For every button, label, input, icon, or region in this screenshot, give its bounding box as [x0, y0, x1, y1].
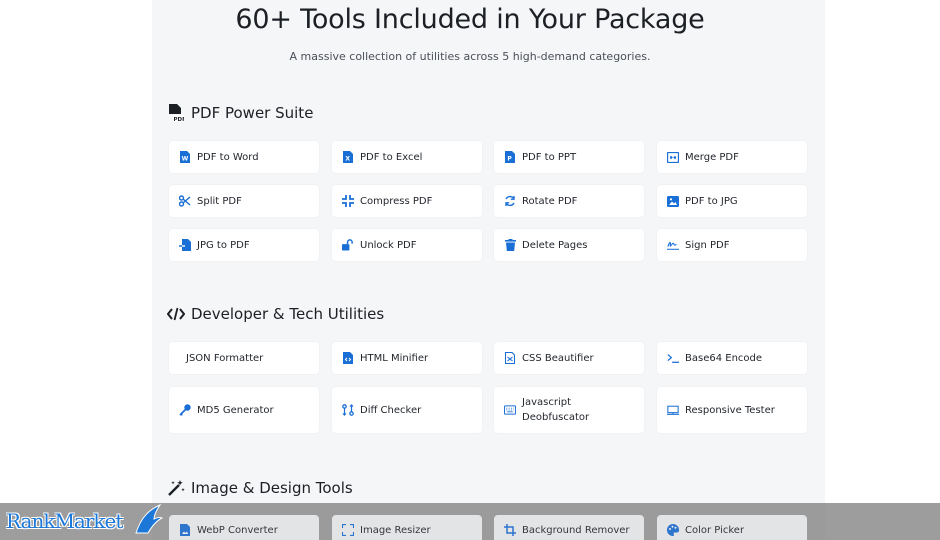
- magic-wand-icon: [167, 479, 185, 497]
- tool-card-pdf-to-jpg[interactable]: PDF to JPG: [657, 185, 807, 217]
- svg-text:PDF: PDF: [174, 117, 185, 122]
- excel-file-icon: X: [342, 151, 354, 163]
- tool-card-md5-generator[interactable]: MD5 Generator: [169, 387, 319, 433]
- tool-label: Javascript Deobfuscator: [522, 397, 590, 423]
- tool-label: CSS Beautifier: [522, 352, 594, 364]
- tool-label: PDF to Excel: [360, 151, 423, 163]
- rotate-icon: [504, 195, 516, 207]
- tool-card-background-remover[interactable]: Background Remover: [494, 515, 644, 540]
- terminal-icon: [667, 352, 679, 364]
- trash-icon: [504, 239, 516, 251]
- tool-card-rotate-pdf[interactable]: Rotate PDF: [494, 185, 644, 217]
- section-heading-image: Image & Design Tools: [167, 477, 353, 499]
- svg-text:P: P: [507, 156, 512, 163]
- tool-card-diff-checker[interactable]: Diff Checker: [332, 387, 482, 433]
- section-heading-pdf: PDF PDF Power Suite: [167, 102, 313, 124]
- tool-label: PDF to JPG: [685, 195, 738, 207]
- tool-label: JSON Formatter: [186, 352, 264, 364]
- tool-card-pdf-to-word[interactable]: W PDF to Word: [169, 141, 319, 173]
- section-title: Image & Design Tools: [191, 479, 353, 497]
- tool-card-responsive-tester[interactable]: Responsive Tester: [657, 387, 807, 433]
- section-heading-developer: Developer & Tech Utilities: [167, 303, 384, 325]
- compress-icon: [342, 195, 354, 207]
- tool-label: HTML Minifier: [360, 352, 429, 364]
- tool-label: Delete Pages: [522, 239, 588, 251]
- tool-card-css-beautifier[interactable]: CSS Beautifier: [494, 342, 644, 374]
- tool-label: Diff Checker: [360, 404, 422, 416]
- tool-label: WebP Converter: [197, 524, 278, 536]
- content-panel: [152, 0, 825, 540]
- tool-card-json-formatter[interactable]: JSON Formatter: [169, 342, 319, 374]
- section-title: PDF Power Suite: [191, 104, 314, 122]
- scissors-icon: [179, 195, 191, 207]
- pdf-file-icon: PDF: [167, 104, 185, 122]
- code-icon: [167, 305, 185, 323]
- page-title: 60+ Tools Included in Your Package: [235, 4, 705, 35]
- tool-card-color-picker[interactable]: Color Picker: [657, 515, 807, 540]
- palette-icon: [667, 524, 679, 536]
- tool-card-javascript-deobfuscator[interactable]: Javascript Deobfuscator: [494, 387, 644, 433]
- diff-icon: [342, 404, 354, 416]
- file-image-icon: [179, 524, 191, 536]
- tool-card-image-resizer[interactable]: Image Resizer: [332, 515, 482, 540]
- tool-label: Sign PDF: [685, 239, 730, 251]
- watermark-text: RankMarket: [6, 509, 123, 533]
- tool-label: Rotate PDF: [522, 195, 578, 207]
- tool-label: Unlock PDF: [360, 239, 417, 251]
- tool-label: JPG to PDF: [197, 239, 250, 251]
- tool-label: Responsive Tester: [685, 404, 775, 416]
- image-icon: [667, 195, 679, 207]
- svg-text:X: X: [345, 156, 350, 163]
- merge-icon: [667, 151, 679, 163]
- tool-card-merge-pdf[interactable]: Merge PDF: [657, 141, 807, 173]
- tool-card-delete-pages[interactable]: Delete Pages: [494, 229, 644, 261]
- unlock-icon: [342, 239, 354, 251]
- tool-label: Image Resizer: [360, 524, 431, 536]
- signature-icon: [667, 239, 679, 251]
- resize-icon: [342, 524, 354, 536]
- tool-label: Merge PDF: [685, 151, 739, 163]
- ppt-file-icon: P: [504, 151, 516, 163]
- tool-label: MD5 Generator: [197, 404, 274, 416]
- tool-card-unlock-pdf[interactable]: Unlock PDF: [332, 229, 482, 261]
- keyboard-icon: [504, 404, 516, 416]
- word-file-icon: W: [179, 151, 191, 163]
- section-title: Developer & Tech Utilities: [191, 305, 385, 323]
- tool-label: PDF to Word: [197, 151, 259, 163]
- key-icon: [179, 404, 191, 416]
- svg-text:W: W: [182, 156, 189, 163]
- tool-card-base64-encode[interactable]: Base64 Encode: [657, 342, 807, 374]
- bird-icon: [135, 503, 164, 534]
- tool-label: Split PDF: [197, 195, 242, 207]
- tool-card-sign-pdf[interactable]: Sign PDF: [657, 229, 807, 261]
- tool-label: Background Remover: [522, 524, 630, 536]
- crop-icon: [504, 524, 516, 536]
- tool-card-pdf-to-excel[interactable]: X PDF to Excel: [332, 141, 482, 173]
- tool-label: PDF to PPT: [522, 151, 577, 163]
- css-file-icon: [504, 352, 516, 364]
- tool-card-compress-pdf[interactable]: Compress PDF: [332, 185, 482, 217]
- tool-card-webp-converter[interactable]: WebP Converter: [169, 515, 319, 540]
- watermark-logo: RankMarket: [6, 508, 123, 534]
- tool-label: Compress PDF: [360, 195, 433, 207]
- tool-label: Base64 Encode: [685, 352, 763, 364]
- tool-card-split-pdf[interactable]: Split PDF: [169, 185, 319, 217]
- html-file-icon: [342, 352, 354, 364]
- tool-label: Color Picker: [685, 524, 745, 536]
- file-import-icon: [179, 239, 191, 251]
- tool-card-jpg-to-pdf[interactable]: JPG to PDF: [169, 229, 319, 261]
- monitor-icon: [667, 404, 679, 416]
- tool-card-pdf-to-ppt[interactable]: P PDF to PPT: [494, 141, 644, 173]
- page-subtitle: A massive collection of utilities across…: [289, 50, 651, 63]
- tool-card-html-minifier[interactable]: HTML Minifier: [332, 342, 482, 374]
